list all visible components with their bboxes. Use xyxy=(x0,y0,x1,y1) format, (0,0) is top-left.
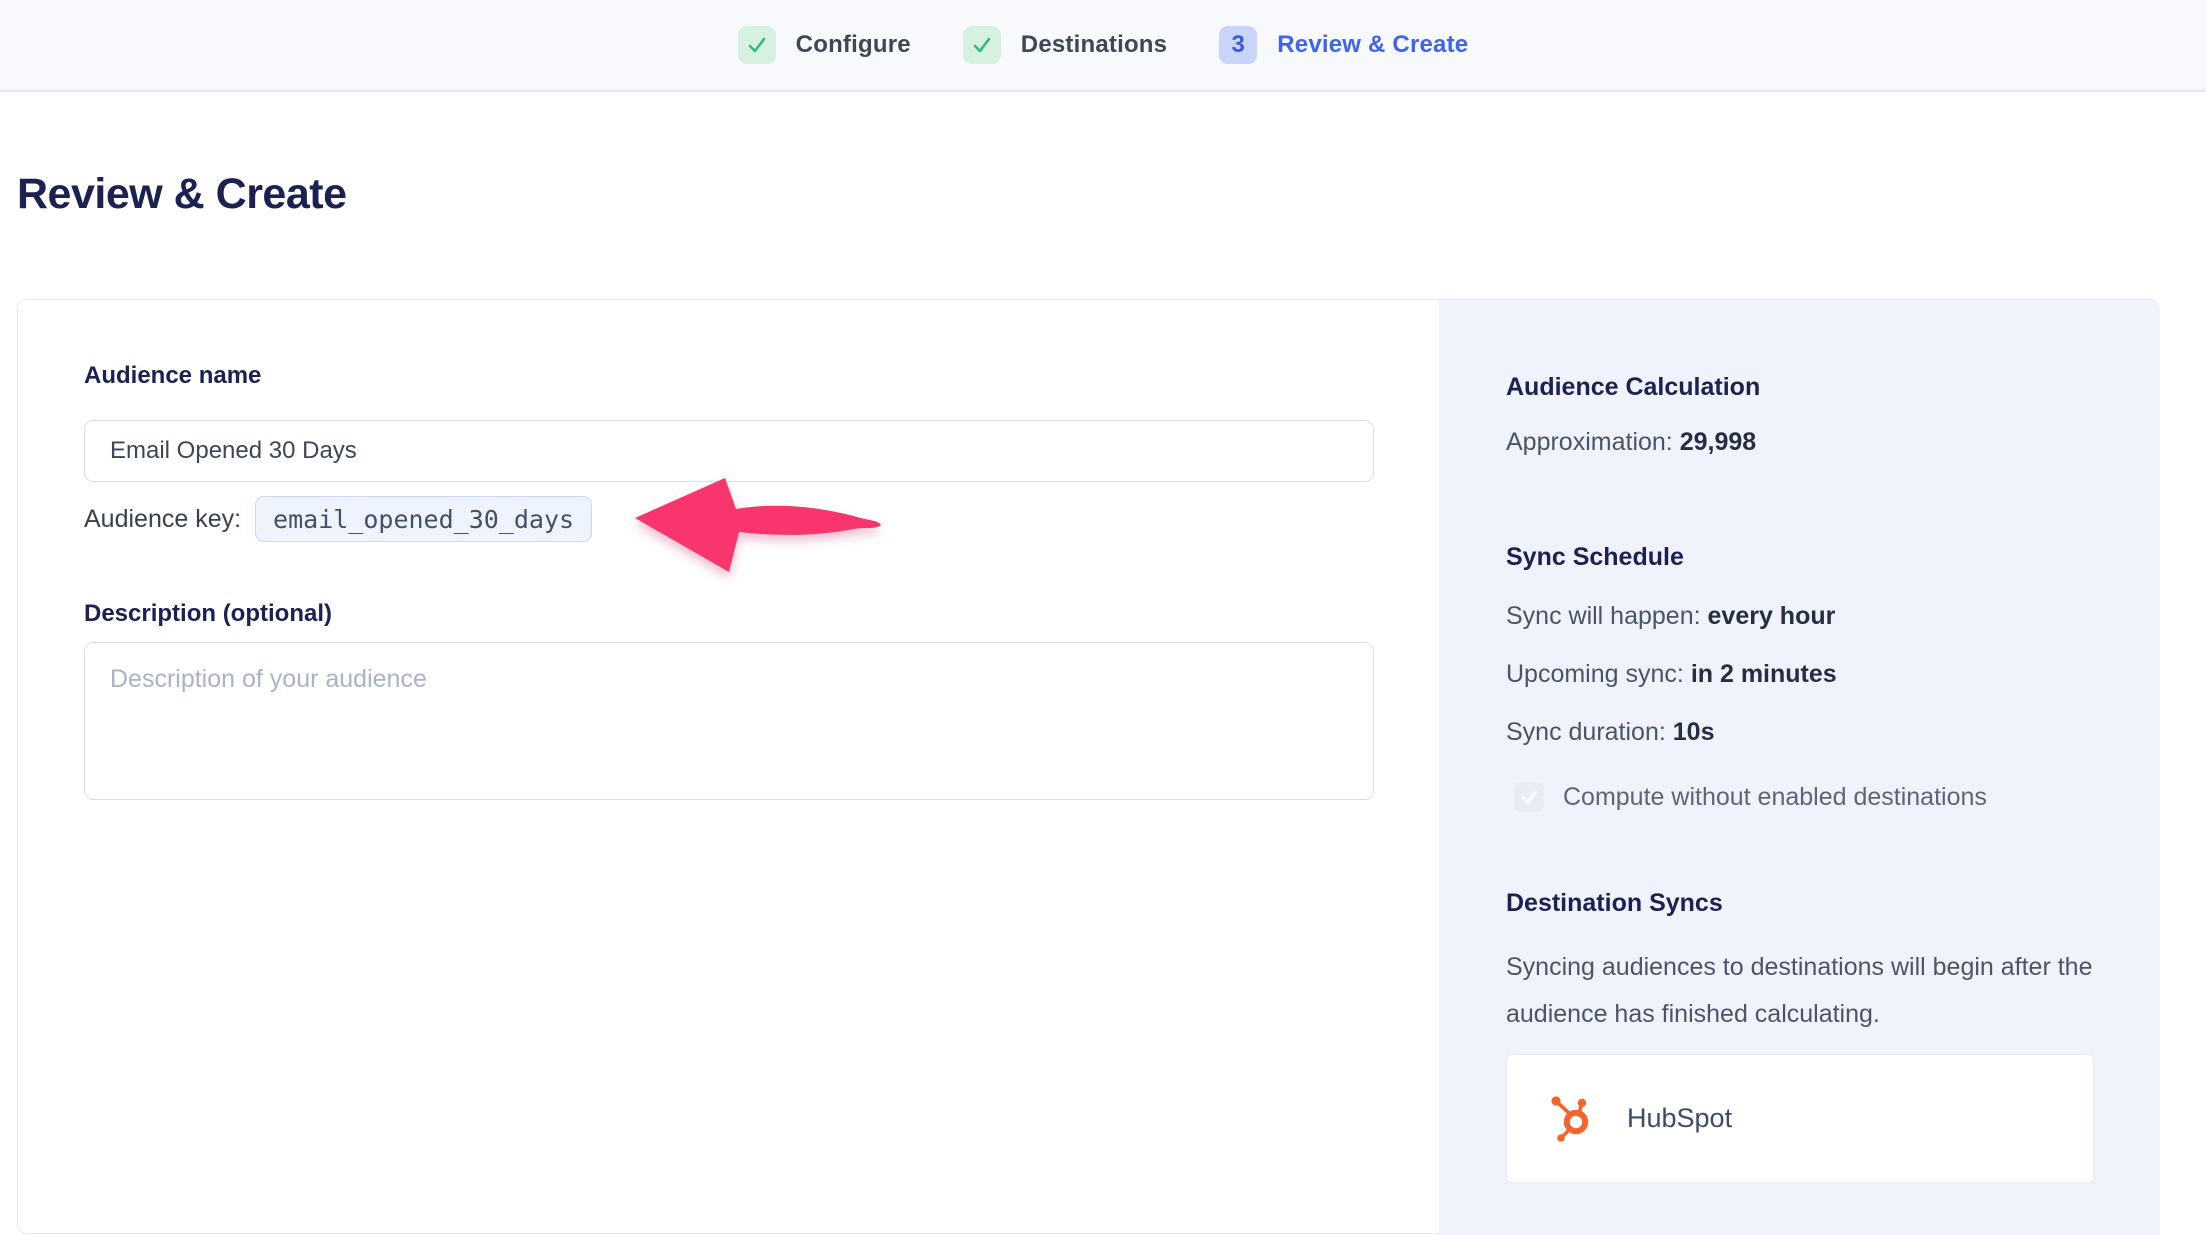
audience-key-row: Audience key: email_opened_30_days xyxy=(84,496,592,542)
sync-frequency-line: Sync will happen: every hour xyxy=(1506,602,1835,631)
destination-syncs-heading: Destination Syncs xyxy=(1506,889,1723,918)
sync-frequency-value: every hour xyxy=(1708,602,1836,630)
sync-duration-line: Sync duration: 10s xyxy=(1506,718,1715,747)
review-card: Audience name Audience key: email_opened… xyxy=(17,299,2160,1234)
audience-key-chip: email_opened_30_days xyxy=(255,496,592,542)
sync-frequency-label: Sync will happen: xyxy=(1506,602,1701,630)
sync-duration-label: Sync duration: xyxy=(1506,718,1666,746)
approximation-value: 29,998 xyxy=(1680,428,1756,456)
check-icon xyxy=(971,34,993,56)
wizard-stepper: Configure Destinations 3 Review & Create xyxy=(738,26,1469,64)
approximation-label: Approximation: xyxy=(1506,428,1673,456)
audience-name-input[interactable] xyxy=(84,420,1374,482)
upcoming-sync-value: in 2 minutes xyxy=(1691,660,1837,688)
step-complete-badge xyxy=(738,26,776,64)
step-complete-badge xyxy=(963,26,1001,64)
upcoming-sync-label: Upcoming sync: xyxy=(1506,660,1684,688)
destination-syncs-body: Syncing audiences to destinations will b… xyxy=(1506,944,2106,1038)
audience-name-label: Audience name xyxy=(84,362,261,390)
check-icon xyxy=(1520,788,1539,807)
hubspot-logo-icon xyxy=(1549,1093,1599,1145)
description-textarea[interactable] xyxy=(84,642,1374,800)
description-label: Description (optional) xyxy=(84,600,332,628)
sync-schedule-heading: Sync Schedule xyxy=(1506,543,1684,572)
audience-calculation-heading: Audience Calculation xyxy=(1506,373,1760,402)
approximation-line: Approximation: 29,998 xyxy=(1506,428,1756,457)
compute-checkbox[interactable] xyxy=(1514,782,1544,812)
audience-key-label: Audience key: xyxy=(84,505,241,534)
step-label: Configure xyxy=(796,31,911,59)
upcoming-sync-line: Upcoming sync: in 2 minutes xyxy=(1506,660,1837,689)
sync-duration-value: 10s xyxy=(1673,718,1715,746)
step-label: Review & Create xyxy=(1277,31,1468,59)
check-icon xyxy=(746,34,768,56)
step-review-create[interactable]: 3 Review & Create xyxy=(1219,26,1468,64)
compute-checkbox-label: Compute without enabled destinations xyxy=(1563,783,1987,812)
step-label: Destinations xyxy=(1021,31,1167,59)
summary-sidebar: Audience Calculation Approximation: 29,9… xyxy=(1439,300,2160,1235)
compute-checkbox-row: Compute without enabled destinations xyxy=(1514,782,1987,812)
wizard-header: Configure Destinations 3 Review & Create xyxy=(0,0,2206,92)
annotation-arrow-icon xyxy=(633,476,885,576)
step-configure[interactable]: Configure xyxy=(738,26,911,64)
destination-hubspot-card[interactable]: HubSpot xyxy=(1506,1054,2094,1183)
step-number-badge: 3 xyxy=(1219,26,1257,64)
destination-name: HubSpot xyxy=(1627,1103,1732,1134)
step-destinations[interactable]: Destinations xyxy=(963,26,1167,64)
page-title: Review & Create xyxy=(17,170,347,219)
